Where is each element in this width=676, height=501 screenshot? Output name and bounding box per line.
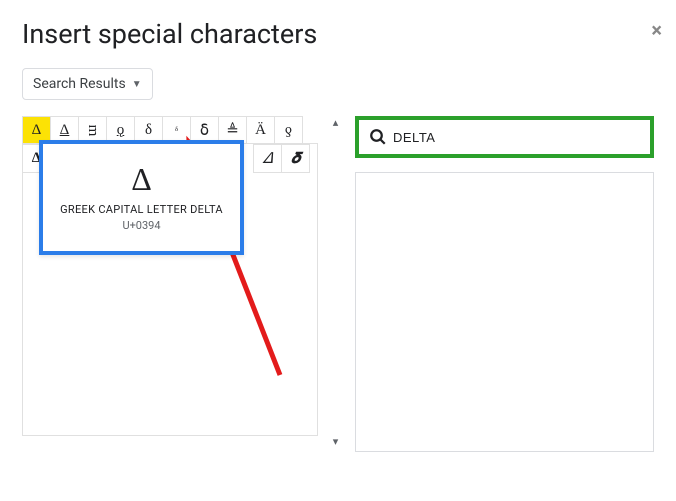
- char-grid-container: Δ Δ ᴟ ǫ δ ᵟ ẟ ≜ Ä ƍ Δ 𝛥 𝜹: [22, 116, 318, 144]
- tooltip-glyph: Δ: [131, 163, 152, 195]
- category-dropdown[interactable]: Search Results ▼: [22, 68, 153, 100]
- char-cell[interactable]: 𝛥: [253, 144, 282, 173]
- scrollbar[interactable]: ▴ ▾: [328, 116, 345, 450]
- search-icon: [369, 128, 387, 146]
- results-panel: Δ Δ ᴟ ǫ δ ᵟ ẟ ≜ Ä ƍ Δ 𝛥 𝜹: [22, 116, 318, 452]
- char-cell[interactable]: 𝜹: [281, 144, 310, 173]
- main-content-row: Δ Δ ᴟ ǫ δ ᵟ ẟ ≜ Ä ƍ Δ 𝛥 𝜹: [22, 116, 654, 452]
- tooltip-char-name: GREEK CAPITAL LETTER DELTA: [60, 203, 223, 216]
- char-cell[interactable]: ƍ: [274, 116, 303, 145]
- search-box[interactable]: [355, 116, 654, 158]
- scroll-up-icon[interactable]: ▴: [328, 116, 343, 131]
- scroll-down-icon[interactable]: ▾: [328, 435, 343, 450]
- tooltip-unicode: U+0394: [122, 219, 160, 232]
- char-preview-tooltip: Δ GREEK CAPITAL LETTER DELTA U+0394: [39, 140, 244, 255]
- caret-down-icon: ▼: [132, 79, 142, 90]
- char-cell[interactable]: Ä: [246, 116, 275, 145]
- draw-glyph-area[interactable]: [355, 172, 654, 452]
- dialog-title: Insert special characters: [22, 18, 654, 50]
- search-input[interactable]: [393, 130, 640, 145]
- close-button[interactable]: ×: [651, 18, 662, 42]
- insert-special-chars-dialog: × Insert special characters Search Resul…: [0, 0, 676, 501]
- right-column: [355, 116, 654, 452]
- dropdown-label: Search Results: [33, 76, 126, 92]
